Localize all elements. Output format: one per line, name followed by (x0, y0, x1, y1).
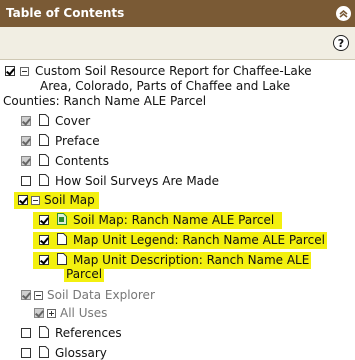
how-soil-surveys-label: How Soil Surveys Are Made (55, 174, 220, 188)
map-unit-legend-checkbox[interactable] (39, 235, 49, 245)
toc-item-references[interactable]: References (21, 326, 122, 340)
toc-item-how-soil-surveys[interactable]: How Soil Surveys Are Made (21, 174, 219, 188)
soil-data-explorer-label: Soil Data Explorer (47, 288, 155, 302)
map-unit-description-wrap: Parcel (64, 267, 105, 282)
contents-checkbox[interactable] (21, 156, 31, 166)
cover-label: Cover (55, 114, 91, 128)
soil-map-ranch-checkbox[interactable] (39, 215, 49, 225)
report-title-line2: Area, Colorado, Parts of Chaffee and Lak… (40, 79, 291, 93)
soil-map-label: Soil Map (44, 193, 95, 207)
map-unit-description-label-cont: Parcel (66, 267, 103, 281)
soil-data-explorer-checkbox[interactable] (21, 290, 31, 300)
map-document-icon (57, 213, 67, 225)
soil-map-checkbox[interactable] (18, 195, 28, 205)
toc-item-all-uses[interactable]: All Uses (34, 306, 107, 320)
contents-label: Contents (55, 154, 109, 168)
collapse-soil-data-explorer-icon[interactable] (34, 291, 43, 300)
how-soil-surveys-checkbox[interactable] (21, 176, 31, 186)
document-icon (39, 114, 49, 126)
all-uses-checkbox[interactable] (34, 308, 44, 318)
panel-title: Table of Contents (6, 6, 125, 20)
cover-checkbox[interactable] (21, 116, 31, 126)
toc-item-soil-map-ranch[interactable]: Soil Map: Ranch Name ALE Parcel (33, 212, 283, 229)
toolbar: ? (0, 27, 355, 60)
preface-label: Preface (55, 134, 100, 148)
report-title-line2-row: Area, Colorado, Parts of Chaffee and Lak… (40, 79, 290, 93)
collapse-button[interactable] (336, 6, 351, 21)
document-icon (57, 253, 67, 265)
collapse-report-icon[interactable] (20, 67, 29, 76)
report-node[interactable]: Custom Soil Resource Report for Chaffee-… (5, 64, 312, 78)
toc-item-glossary[interactable]: Glossary (21, 346, 107, 360)
toc-item-map-unit-legend[interactable]: Map Unit Legend: Ranch Name ALE Parcel (33, 232, 327, 249)
panel-header: Table of Contents (0, 0, 355, 27)
preface-checkbox[interactable] (21, 136, 31, 146)
chevron-up-icon (339, 9, 348, 18)
map-unit-description-checkbox[interactable] (39, 255, 49, 265)
collapse-soil-map-icon[interactable] (31, 196, 40, 205)
document-icon (57, 233, 67, 245)
references-label: References (55, 326, 122, 340)
report-title-line3: Counties: Ranch Name ALE Parcel (3, 94, 207, 108)
document-icon (39, 346, 49, 358)
all-uses-label: All Uses (60, 306, 108, 320)
toc-section-soil-map[interactable]: Soil Map (14, 192, 99, 209)
soil-map-ranch-label: Soil Map: Ranch Name ALE Parcel (73, 213, 275, 227)
toc-item-cover[interactable]: Cover (21, 114, 90, 128)
document-icon (39, 154, 49, 166)
glossary-label: Glossary (55, 346, 107, 360)
toc-item-preface[interactable]: Preface (21, 134, 100, 148)
expand-all-uses-icon[interactable] (47, 309, 56, 318)
toc-item-contents[interactable]: Contents (21, 154, 109, 168)
help-button[interactable]: ? (333, 35, 349, 51)
glossary-checkbox[interactable] (21, 348, 31, 358)
document-icon (39, 174, 49, 186)
document-icon (39, 326, 49, 338)
document-icon (39, 134, 49, 146)
map-unit-legend-label: Map Unit Legend: Ranch Name ALE Parcel (73, 233, 325, 247)
toc-section-soil-data-explorer[interactable]: Soil Data Explorer (21, 288, 155, 302)
references-checkbox[interactable] (21, 328, 31, 338)
map-unit-description-label: Map Unit Description: Ranch Name ALE (73, 253, 310, 267)
report-title-line1: Custom Soil Resource Report for Chaffee-… (35, 64, 312, 78)
report-title-line3-row: Counties: Ranch Name ALE Parcel (3, 94, 206, 108)
report-checkbox[interactable] (5, 66, 15, 76)
